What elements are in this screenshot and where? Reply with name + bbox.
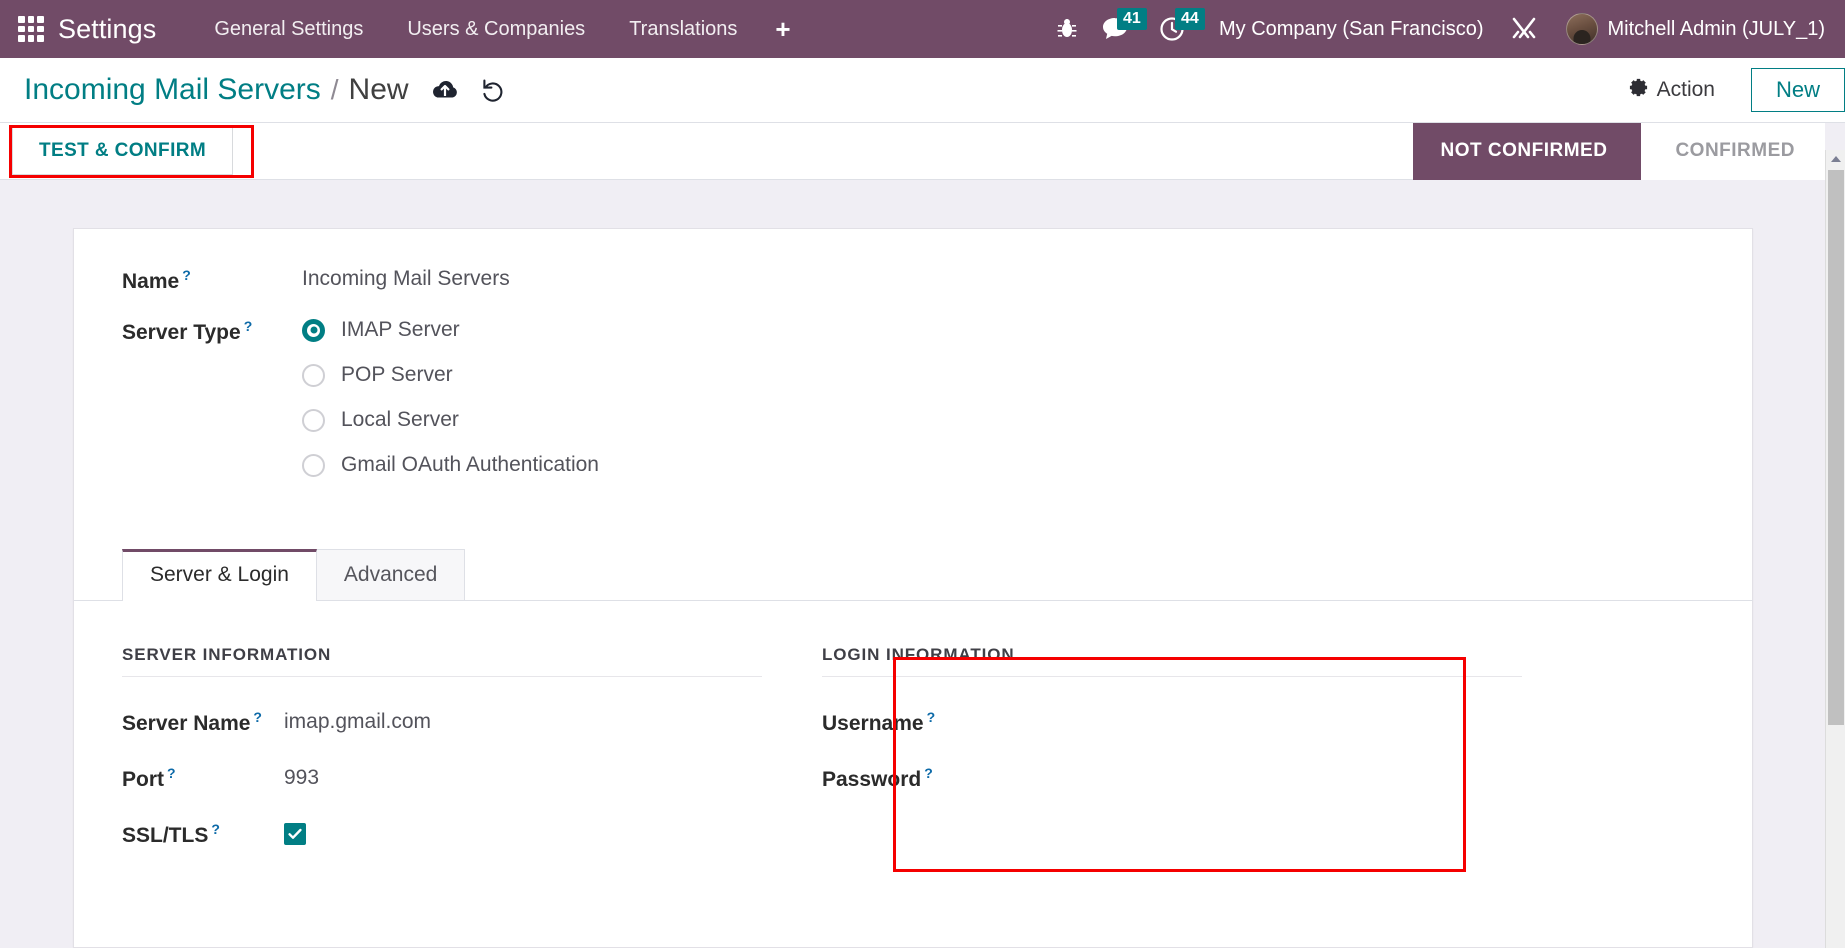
field-port-label-text: Port	[122, 767, 164, 791]
messages-count-badge: 41	[1116, 8, 1147, 30]
scroll-up-arrow[interactable]	[1826, 150, 1845, 168]
field-server-name-value[interactable]: imap.gmail.com	[284, 710, 431, 734]
help-tooltip-icon[interactable]: ?	[211, 821, 220, 837]
radio-button-imap[interactable]	[302, 318, 325, 342]
help-tooltip-icon[interactable]: ?	[927, 709, 936, 725]
help-tooltip-icon[interactable]: ?	[924, 765, 933, 781]
field-password-label-text: Password	[822, 767, 922, 791]
radio-option-pop[interactable]: POP Server	[302, 363, 599, 387]
action-menu-button[interactable]: Action	[1618, 71, 1725, 110]
bug-icon[interactable]	[1045, 0, 1089, 58]
field-server-type-label-text: Server Type	[122, 321, 241, 344]
app-root: Settings General Settings Users & Compan…	[0, 0, 1845, 948]
scrollbar-thumb[interactable]	[1828, 170, 1844, 725]
field-username-label-text: Username	[822, 711, 924, 735]
radio-label-local: Local Server	[341, 408, 459, 431]
undo-icon[interactable]	[481, 78, 507, 102]
radio-option-local[interactable]: Local Server	[302, 408, 599, 432]
breadcrumb: Incoming Mail Servers / New	[24, 73, 409, 107]
field-port-row: Port? 993	[122, 763, 762, 793]
field-ssl-tls-row: SSL/TLS?	[122, 819, 762, 849]
field-ssl-tls-label: SSL/TLS?	[122, 821, 284, 848]
cloud-upload-icon[interactable]	[431, 78, 459, 102]
field-server-name-row: Server Name? imap.gmail.com	[122, 707, 762, 737]
field-ssl-tls-checkbox[interactable]	[284, 823, 306, 845]
menu-users-and-companies[interactable]: Users & Companies	[385, 0, 607, 58]
field-port-value[interactable]: 993	[284, 766, 319, 790]
radio-button-gmail-oauth[interactable]	[302, 453, 325, 477]
server-type-radio-group: IMAP Server POP Server Local Server Gmai…	[302, 316, 599, 477]
tab-advanced[interactable]: Advanced	[315, 549, 466, 600]
breadcrumb-parent-link[interactable]: Incoming Mail Servers	[24, 73, 321, 107]
tab-server-and-login[interactable]: Server & Login	[122, 549, 317, 601]
checkmark-icon	[288, 828, 302, 839]
field-server-type-label: Server Type?	[122, 316, 302, 345]
server-information-group: SERVER INFORMATION Server Name? imap.gma…	[122, 645, 762, 875]
status-stages: NOT CONFIRMED CONFIRMED	[1412, 122, 1825, 180]
menu-general-settings[interactable]: General Settings	[192, 0, 385, 58]
field-ssl-tls-label-text: SSL/TLS	[122, 823, 209, 847]
radio-label-gmail-oauth: Gmail OAuth Authentication	[341, 453, 599, 476]
help-tooltip-icon[interactable]: ?	[182, 267, 191, 283]
menu-translations[interactable]: Translations	[607, 0, 759, 58]
login-information-title: LOGIN INFORMATION	[822, 645, 1522, 677]
login-information-group: LOGIN INFORMATION Username? Password?	[822, 645, 1522, 875]
tab-panel-server-and-login: SERVER INFORMATION Server Name? imap.gma…	[74, 601, 1752, 915]
field-port-label: Port?	[122, 765, 284, 792]
radio-option-gmail-oauth[interactable]: Gmail OAuth Authentication	[302, 453, 599, 477]
app-brand-settings[interactable]: Settings	[58, 14, 156, 45]
field-server-type-row: Server Type? IMAP Server POP Server Loca…	[122, 316, 1752, 477]
control-panel: Incoming Mail Servers / New Action New	[0, 58, 1845, 123]
menu-add-icon[interactable]: +	[759, 0, 806, 58]
field-server-name-label-text: Server Name	[122, 711, 251, 735]
field-name-row: Name? Incoming Mail Servers	[122, 265, 1752, 294]
form-header-fields: Name? Incoming Mail Servers Server Type?…	[74, 229, 1752, 521]
field-username-row: Username?	[822, 707, 1522, 737]
breadcrumb-current: New	[348, 73, 409, 106]
server-information-title: SERVER INFORMATION	[122, 645, 762, 677]
user-menu[interactable]: Mitchell Admin (JULY_1)	[1608, 18, 1845, 41]
top-navbar: Settings General Settings Users & Compan…	[0, 0, 1845, 58]
gear-icon	[1628, 77, 1649, 104]
wrench-screwdriver-icon[interactable]	[1498, 0, 1550, 58]
radio-button-local[interactable]	[302, 408, 325, 432]
action-label: Action	[1656, 78, 1715, 101]
field-name-label: Name?	[122, 265, 302, 294]
status-stage-confirmed[interactable]: CONFIRMED	[1641, 122, 1825, 180]
form-background: Name? Incoming Mail Servers Server Type?…	[0, 181, 1825, 948]
help-tooltip-icon[interactable]: ?	[244, 318, 253, 334]
radio-button-pop[interactable]	[302, 363, 325, 387]
field-server-name-label: Server Name?	[122, 709, 284, 736]
field-name-value[interactable]: Incoming Mail Servers	[302, 265, 510, 291]
avatar[interactable]	[1565, 13, 1598, 45]
field-name-label-text: Name	[122, 270, 180, 293]
form-sheet: Name? Incoming Mail Servers Server Type?…	[73, 228, 1753, 948]
form-notebook-tabs: Server & Login Advanced	[74, 549, 1753, 601]
radio-label-pop: POP Server	[341, 363, 453, 386]
vertical-scrollbar[interactable]	[1825, 150, 1845, 948]
breadcrumb-separator: /	[330, 74, 339, 105]
field-password-row: Password?	[822, 763, 1522, 793]
form-status-bar: TEST & CONFIRM NOT CONFIRMED CONFIRMED	[0, 122, 1825, 180]
help-tooltip-icon[interactable]: ?	[167, 765, 176, 781]
activities-count-badge: 44	[1174, 8, 1205, 30]
radio-label-imap: IMAP Server	[341, 318, 460, 341]
radio-option-imap[interactable]: IMAP Server	[302, 318, 599, 342]
status-stage-not-confirmed[interactable]: NOT CONFIRMED	[1412, 122, 1682, 180]
help-tooltip-icon[interactable]: ?	[253, 709, 262, 725]
messages-icon[interactable]: 41	[1089, 0, 1147, 58]
test-and-confirm-button[interactable]: TEST & CONFIRM	[12, 127, 234, 175]
field-password-label: Password?	[822, 765, 984, 792]
activities-clock-icon[interactable]: 44	[1147, 0, 1205, 58]
apps-grid-icon[interactable]	[18, 16, 44, 42]
company-switcher[interactable]: My Company (San Francisco)	[1197, 18, 1498, 41]
field-username-label: Username?	[822, 709, 984, 736]
new-button[interactable]: New	[1750, 67, 1845, 113]
